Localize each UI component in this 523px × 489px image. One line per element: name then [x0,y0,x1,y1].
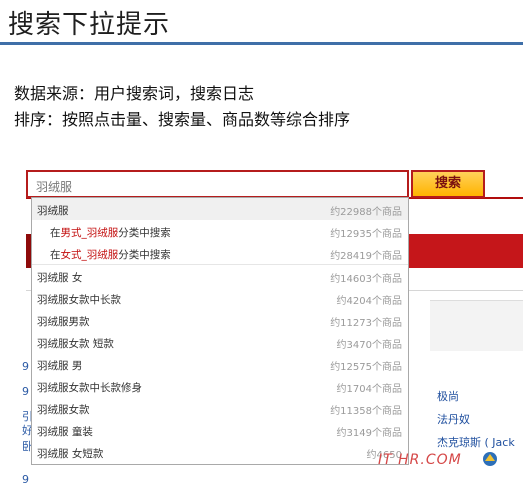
suggestion-text: 羽绒服女款中长款 [37,294,121,306]
suggestion-item[interactable]: 羽绒服 约22988个商品 [32,198,408,220]
page-fragment: 9 [22,360,29,373]
suggestion-count: 约12935个商品 [330,229,402,240]
suggestion-text: 羽绒服 [37,205,69,217]
suggestion-text: 羽绒服女款中长款修身 [37,382,142,394]
search-input[interactable] [34,175,398,197]
brand-link[interactable]: 法丹奴 [437,411,470,427]
search-box [26,170,409,198]
brand-link[interactable]: 杰克琼斯 ( Jack [437,434,515,450]
suggestion-text: 羽绒服 女 [37,272,83,284]
suggestion-text: 羽绒服 男 [37,360,83,372]
suggestion-count: 约11358个商品 [330,406,402,417]
suggestion-count: 约3149个商品 [336,428,402,439]
search-button[interactable]: 搜索 [411,170,485,198]
watermark-logo-icon [483,452,497,466]
sort-order-text: 排序：按照点击量、搜索量、商品数等综合排序 [14,110,351,129]
category-name: 男式_羽绒服 [60,227,119,239]
category-suggestion[interactable]: 在女式_羽绒服分类中搜索 约28419个商品 [32,242,408,264]
suggestion-count: 约3470个商品 [336,340,402,351]
suggestion-item[interactable]: 羽绒服女款 短款 约3470个商品 [32,331,408,353]
title-divider [0,42,523,45]
suggestion-count: 约14603个商品 [330,274,402,285]
suggestion-item[interactable]: 羽绒服女款中长款 约4204个商品 [32,287,408,309]
suggestion-item[interactable]: 羽绒服 女短款 约4650 [32,441,408,463]
suggestion-text: 在女式_羽绒服分类中搜索 [50,249,171,261]
watermark-text: IT HR.COM [378,452,462,468]
suggestion-text: 羽绒服女款 [37,404,90,416]
suggestion-count: 约28419个商品 [330,251,402,262]
page-fragment: 9 [22,473,29,486]
category-name: 女式_羽绒服 [60,249,119,261]
suggestion-count: 约22988个商品 [330,207,402,218]
suggestion-item[interactable]: 羽绒服 童装 约3149个商品 [32,419,408,441]
suggestion-count: 约12575个商品 [330,362,402,373]
data-source-text: 数据来源：用户搜索词，搜索日志 [14,84,255,103]
suggestion-text: 羽绒服男款 [37,316,90,328]
suggestion-count: 约4204个商品 [336,296,402,307]
suggestion-item[interactable]: 羽绒服女款中长款修身 约1704个商品 [32,375,408,397]
suggestion-text: 羽绒服 童装 [37,426,93,438]
suggestion-dropdown: 羽绒服 约22988个商品 在男式_羽绒服分类中搜索 约12935个商品 在女式… [31,197,409,465]
suggestion-item[interactable]: 羽绒服女款 约11358个商品 [32,397,408,419]
page-fragment: 9 [22,385,29,398]
category-suggestion[interactable]: 在男式_羽绒服分类中搜索 约12935个商品 [32,220,408,242]
page-side-panel [430,300,523,351]
suggestion-text: 在男式_羽绒服分类中搜索 [50,227,171,239]
brand-link[interactable]: 极尚 [437,388,459,404]
suggestion-text: 羽绒服 女短款 [37,448,104,460]
suggestion-text: 羽绒服女款 短款 [37,338,114,350]
suggestion-count: 约11273个商品 [330,318,402,329]
suggestion-item[interactable]: 羽绒服 男 约12575个商品 [32,353,408,375]
suggestion-item[interactable]: 羽绒服 女 约14603个商品 [32,265,408,287]
slide-title: 搜索下拉提示 [8,10,171,40]
suggestion-count: 约1704个商品 [336,384,402,395]
suggestion-item[interactable]: 羽绒服男款 约11273个商品 [32,309,408,331]
